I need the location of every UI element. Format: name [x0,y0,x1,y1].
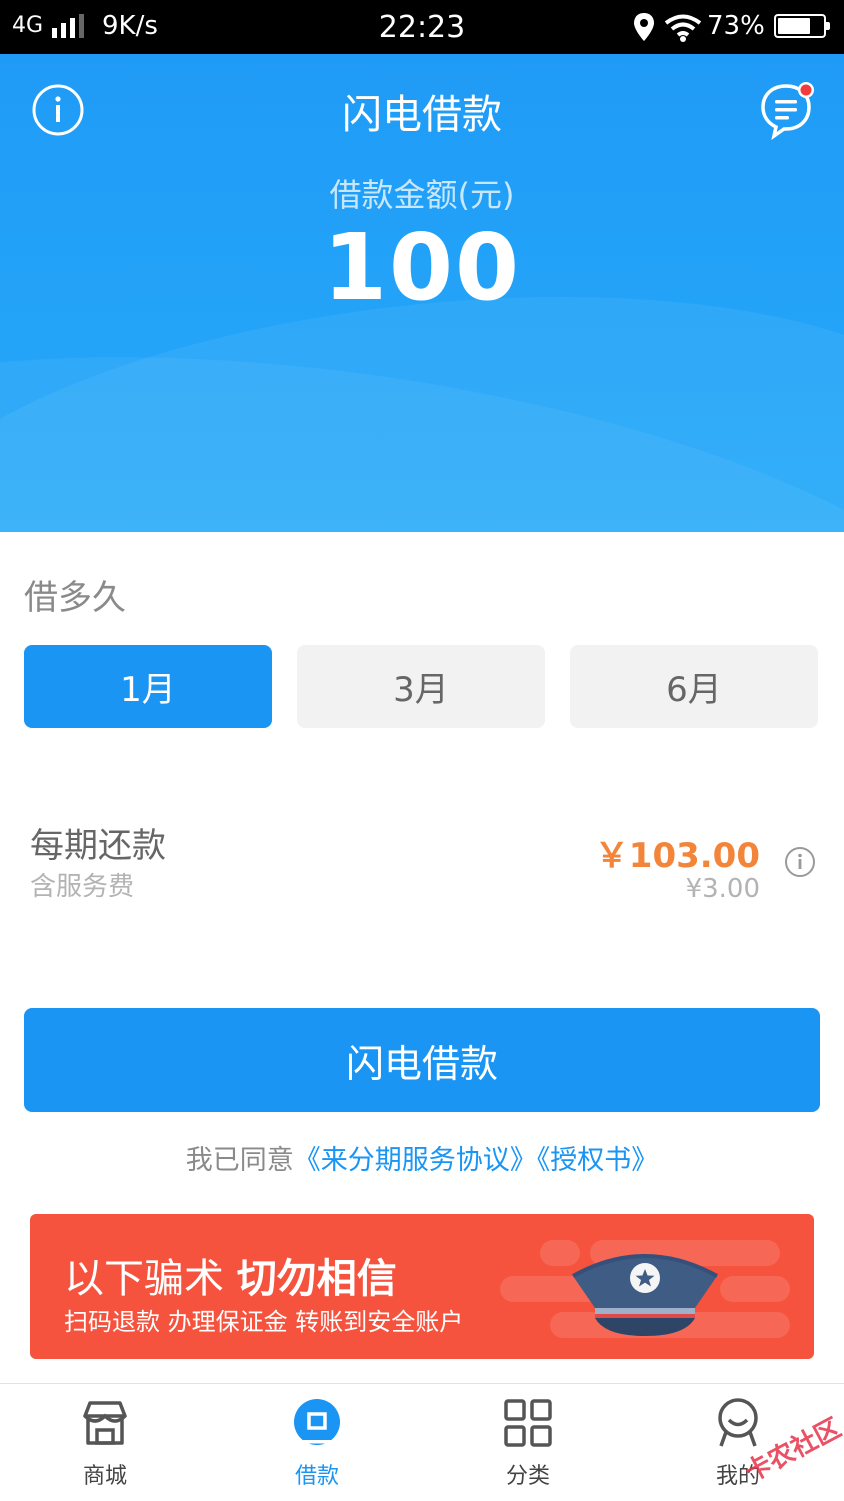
banner-decoration [720,1276,790,1302]
tab-store[interactable]: 商城 [45,1384,165,1501]
loan-submit-button[interactable]: 闪电借款 [24,1008,820,1112]
message-icon[interactable] [758,78,818,140]
banner-title: 以下骗术 切勿相信 [64,1246,397,1304]
tab-loan-label: 借款 [294,1464,339,1489]
location-icon [634,13,654,41]
tab-category-label: 分类 [505,1464,550,1489]
page-title: 闪电借款 [342,92,502,138]
fee-info-icon[interactable] [784,846,816,878]
repayment-title: 每期还款 [30,826,166,866]
amount-label: 借款金额(元) [329,176,515,214]
tab-category[interactable]: 分类 [468,1384,588,1501]
profile-icon [718,1398,758,1447]
battery-icon [774,14,830,38]
store-icon [83,1401,127,1445]
loan-header: 闪电借款 借款金额(元) 100 [0,54,844,532]
banner-subtitle: 扫码退款 办理保证金 转账到安全账户 [64,1308,464,1336]
service-agreement-link[interactable]: 《来分期服务协议》 [294,1145,537,1176]
repayment-amount: ￥103.00 [594,836,760,876]
loan-amount: 100 [322,214,522,321]
bottom-tab-bar: 商城 借款 分类 我的 [0,1383,844,1501]
duration-title: 借多久 [24,578,126,618]
banner-title-bold: 切勿相信 [236,1256,397,1302]
duration-option-1-month[interactable]: 1月 [24,645,272,728]
banner-title-normal: 以下骗术 [64,1256,224,1302]
service-fee: ¥3.00 [685,874,760,904]
police-cap-icon [572,1254,718,1336]
wifi-icon [664,14,702,42]
fraud-warning-banner[interactable]: 以下骗术 切勿相信 扫码退款 办理保证金 转账到安全账户 [30,1214,814,1359]
authorization-link[interactable]: 《授权书》 [537,1145,659,1176]
grid-icon [504,1399,552,1447]
duration-option-3-months[interactable]: 3月 [297,645,545,728]
status-bar: 4G 9K/s 22:23 73% [0,0,844,54]
repayment-subtitle: 含服务费 [30,872,135,902]
battery-level [778,18,810,34]
tab-loan[interactable]: 借款 [257,1384,377,1501]
battery-percent: 73% [707,11,765,41]
agreement-text: 我已同意《来分期服务协议》《授权书》 [0,1138,844,1177]
duration-option-6-months[interactable]: 6月 [570,645,818,728]
agreement-prefix: 我已同意 [185,1145,294,1176]
tab-store-label: 商城 [82,1464,127,1489]
loan-icon [294,1399,340,1445]
